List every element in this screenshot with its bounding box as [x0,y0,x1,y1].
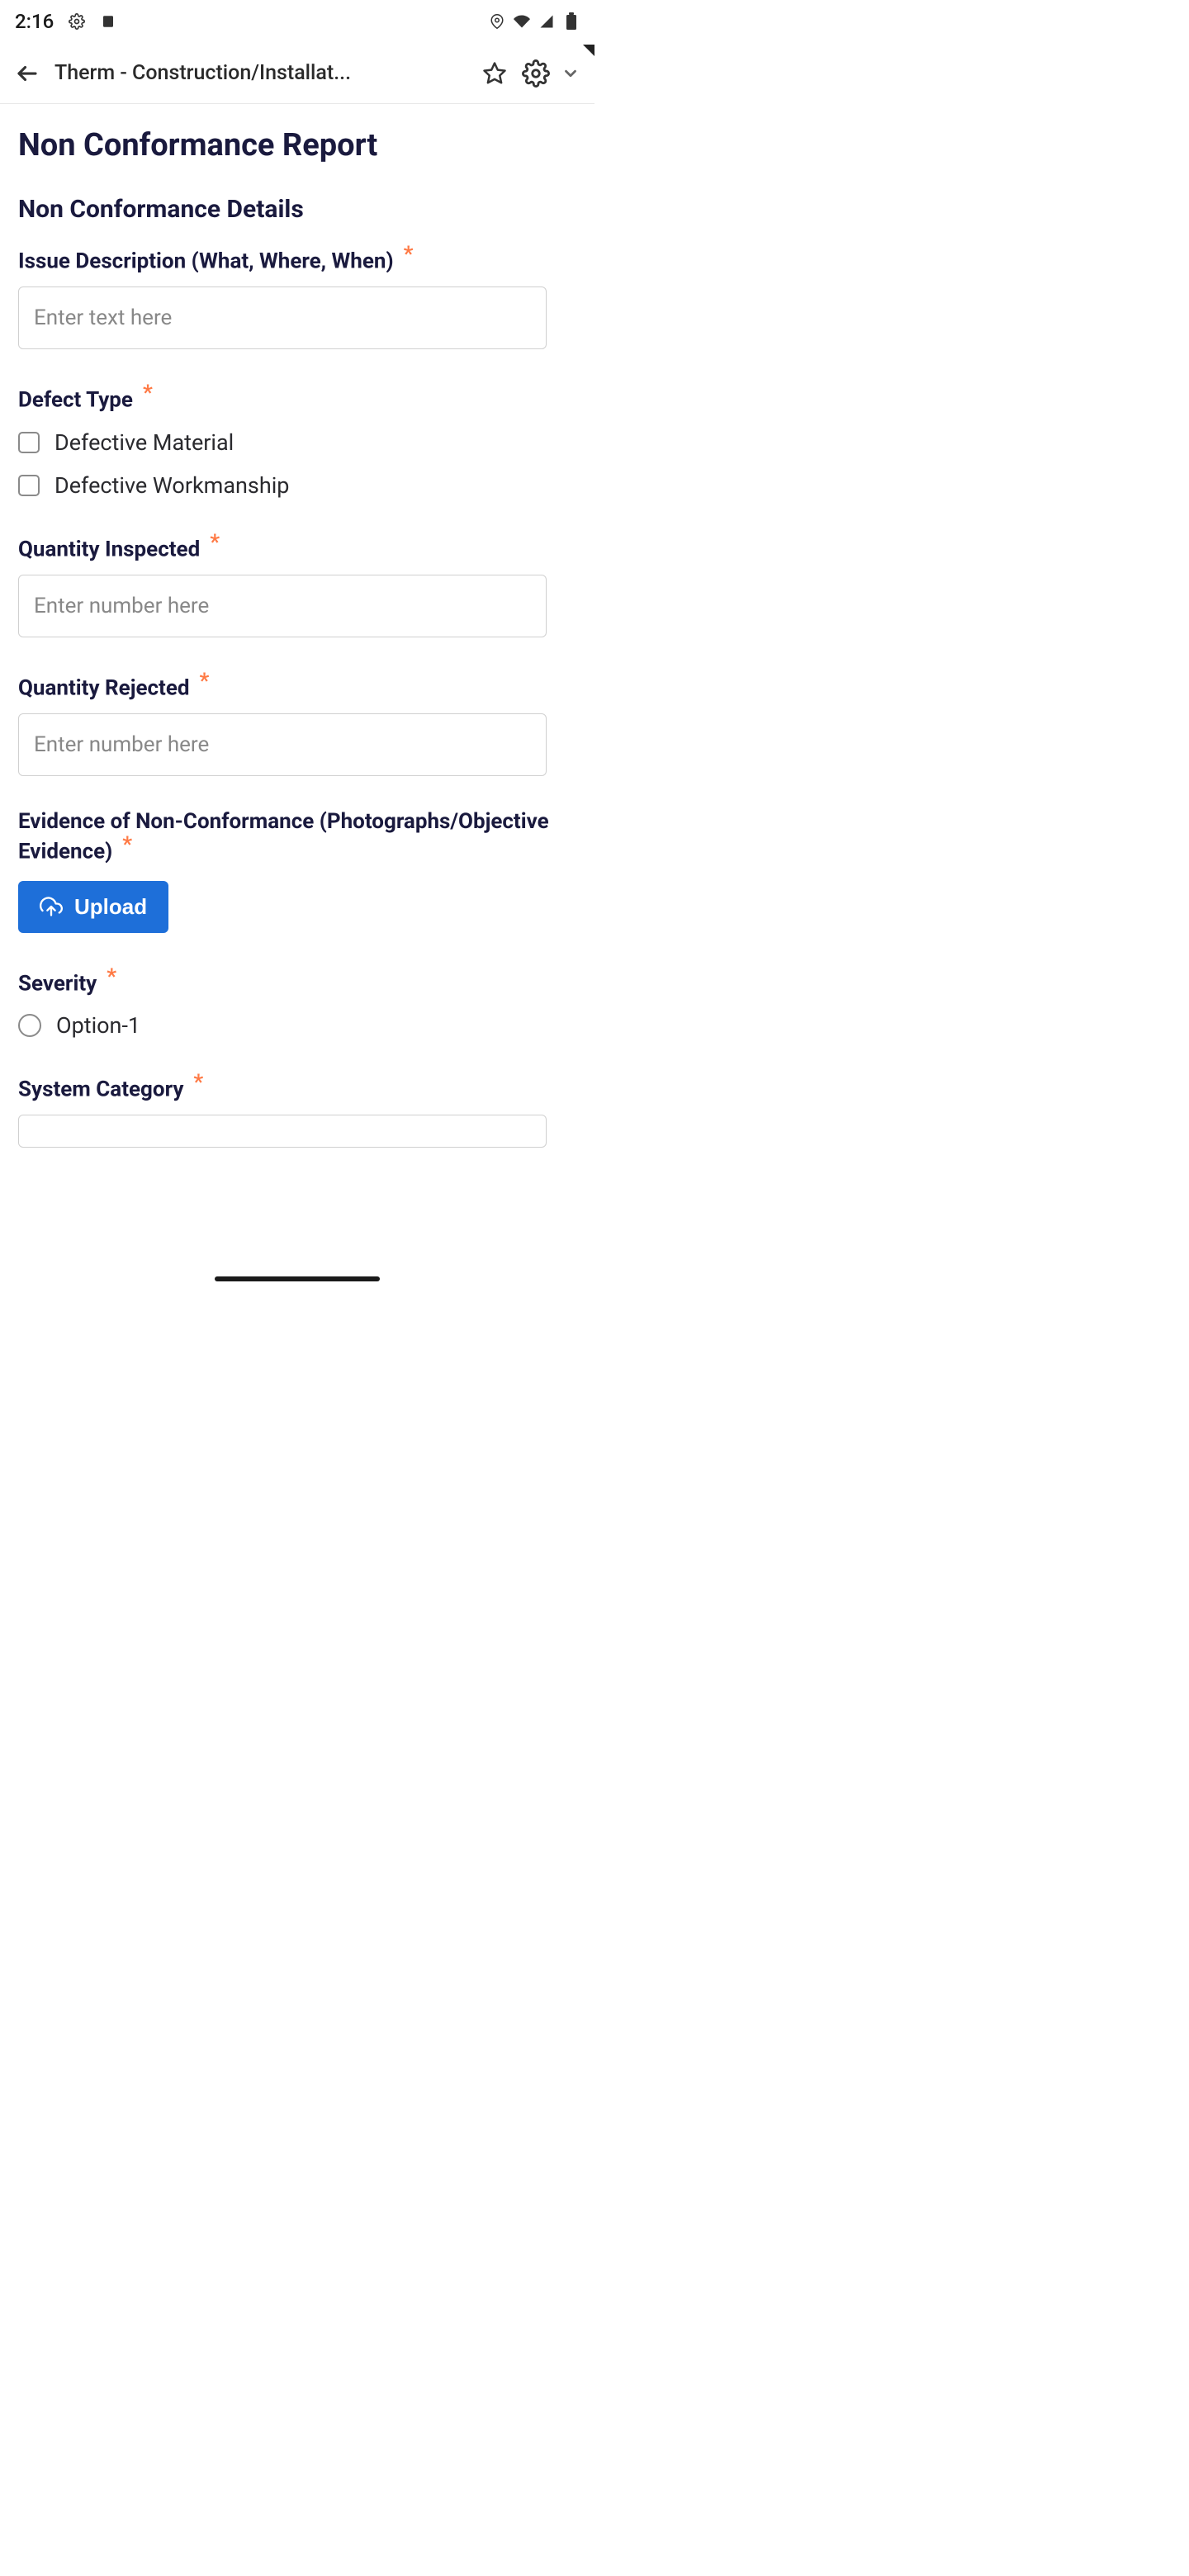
radio-row-option-1[interactable]: Option-1 [18,1012,576,1039]
field-severity: Severity * Option-1 [18,966,576,1039]
upload-button[interactable]: Upload [18,881,168,933]
checkbox-label: Defective Material [54,429,234,456]
chevron-down-icon[interactable] [561,64,580,83]
wifi-status-icon [514,13,530,30]
issue-description-placeholder: Enter text here [34,305,172,330]
quantity-rejected-label: Quantity Rejected [18,675,190,700]
issue-description-input[interactable]: Enter text here [18,286,547,349]
battery-status-icon [563,13,580,30]
app-top-bar: Therm - Construction/Installat... [0,43,594,104]
required-asterisk: * [122,832,132,857]
gear-status-icon [69,13,85,30]
field-defect-type: Defect Type * Defective Material Defecti… [18,382,576,498]
section-title: Non Conformance Details [18,195,576,224]
field-evidence: Evidence of Non-Conformance (Photographs… [18,809,576,932]
required-asterisk: * [200,669,210,694]
radio-label: Option-1 [56,1012,140,1039]
upload-button-label: Upload [74,894,147,920]
back-arrow-icon[interactable] [15,61,40,86]
field-quantity-inspected: Quantity Inspected * Enter number here [18,532,576,637]
quantity-rejected-input[interactable]: Enter number here [18,713,547,776]
star-favorite-icon[interactable] [482,61,507,86]
quantity-inspected-placeholder: Enter number here [34,594,209,618]
issue-description-label: Issue Description (What, Where, When) [18,249,394,273]
field-quantity-rejected: Quantity Rejected * Enter number here [18,670,576,776]
required-asterisk: * [404,242,414,267]
checkbox-icon[interactable] [18,475,40,496]
android-status-bar: 2:16 [0,0,594,43]
quantity-inspected-input[interactable]: Enter number here [18,575,547,637]
quantity-rejected-placeholder: Enter number here [34,732,209,757]
form-body: Non Conformance Report Non Conformance D… [0,104,594,1148]
status-time: 2:16 [15,10,54,33]
settings-gear-icon[interactable] [522,59,550,88]
system-category-select[interactable] [18,1115,547,1148]
signal-status-icon [538,13,555,30]
severity-label: Severity [18,971,97,996]
android-nav-handle[interactable] [215,1276,380,1281]
system-category-label: System Category [18,1077,183,1101]
location-status-icon [489,13,505,30]
field-issue-description: Issue Description (What, Where, When) * … [18,244,576,349]
card-status-icon [100,13,116,30]
required-asterisk: * [107,964,116,989]
checkbox-label: Defective Workmanship [54,472,289,499]
upload-cloud-icon [40,895,63,918]
radio-icon[interactable] [18,1014,41,1037]
page-header-title: Therm - Construction/Installat... [54,61,467,85]
page-title: Non Conformance Report [18,127,576,163]
evidence-label: Evidence of Non-Conformance (Photographs… [18,809,549,864]
checkbox-row-defective-material[interactable]: Defective Material [18,429,576,456]
quantity-inspected-label: Quantity Inspected [18,537,200,561]
field-system-category: System Category * [18,1072,576,1148]
checkbox-row-defective-workmanship[interactable]: Defective Workmanship [18,472,576,499]
defect-type-label: Defect Type [18,388,133,413]
checkbox-icon[interactable] [18,432,40,453]
required-asterisk: * [210,530,220,555]
required-asterisk: * [193,1070,203,1095]
required-asterisk: * [143,381,153,405]
form-scroll-area[interactable]: Non Conformance Report Non Conformance D… [0,104,594,1285]
